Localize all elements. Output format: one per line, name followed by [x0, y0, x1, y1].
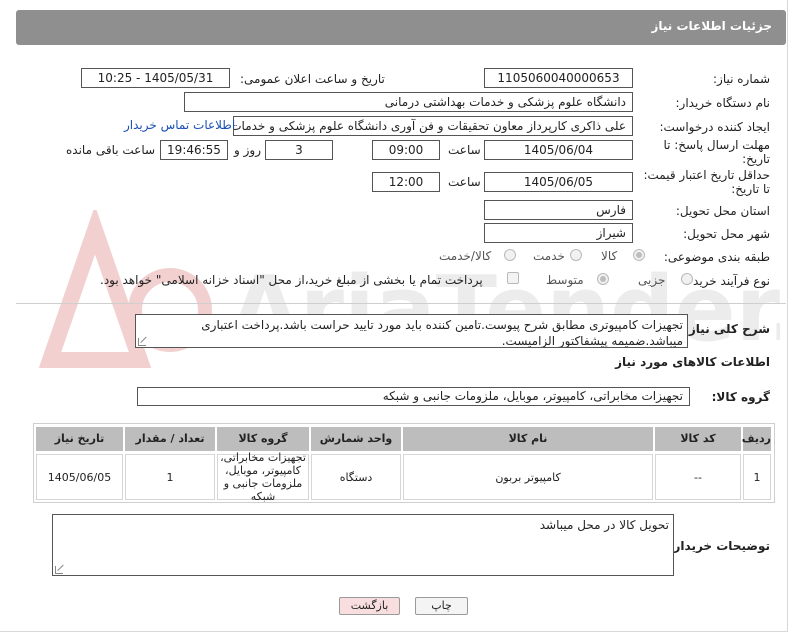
announce-label: تاریخ و ساعت اعلان عمومی: — [240, 72, 385, 86]
notes-resize-handle[interactable] — [55, 566, 63, 574]
category-service-radio[interactable] — [570, 249, 582, 261]
buyer-notes-text: تحویل کالا در محل میباشد — [539, 518, 669, 532]
deadline-label-2: تاریخ: — [742, 152, 770, 166]
buyer-org-label: نام دستگاه خریدار: — [675, 96, 771, 110]
process-partial-label: جزیی — [638, 273, 666, 287]
cell-date: 1405/06/05 — [36, 454, 123, 500]
deadline-date-field[interactable]: 1405/06/04 — [484, 140, 633, 160]
th-group: گروه کالا — [217, 427, 309, 451]
goods-table: ردیف کد کالا نام کالا واحد شمارش گروه کا… — [33, 423, 775, 503]
province-label: استان محل تحویل: — [675, 204, 770, 218]
divider — [16, 303, 786, 304]
category-service-label: خدمت — [533, 249, 565, 263]
announce-field[interactable]: 1405/05/31 - 10:25 — [81, 68, 230, 88]
cell-name: کامپیوتر بربون — [403, 454, 653, 500]
process-medium-radio[interactable] — [597, 273, 609, 285]
category-both-label: کالا/خدمت — [439, 249, 492, 263]
validity-time-field[interactable]: 12:00 — [372, 172, 440, 192]
days-label: روز و — [234, 143, 261, 157]
contact-buyer-link[interactable]: اطلاعات تماس خریدار — [124, 118, 235, 132]
description-textarea[interactable]: تجهیزات کامپیوتری مطابق شرح پیوست.تامین … — [135, 314, 688, 348]
resize-handle[interactable] — [138, 338, 146, 346]
th-unit: واحد شمارش — [311, 427, 401, 451]
description-text: تجهیزات کامپیوتری مطابق شرح پیوست.تامین … — [201, 318, 683, 348]
th-quantity: تعداد / مقدار — [125, 427, 215, 451]
description-label: شرح کلی نیاز: — [684, 322, 770, 336]
category-label: طبقه بندی موضوعی: — [663, 250, 770, 264]
page: AriaTender.net جزئیات اطلاعات نیاز شماره… — [0, 0, 788, 632]
cell-group: تجهیزات مخابراتی، کامپیوتر، موبایل، ملزو… — [217, 451, 309, 503]
process-label: نوع فرآیند خرید : — [685, 274, 770, 288]
creator-label: ایجاد کننده درخواست: — [659, 120, 770, 134]
cell-code: -- — [655, 454, 741, 500]
category-goods-radio[interactable] — [633, 249, 645, 261]
th-row: ردیف — [742, 427, 771, 451]
back-button[interactable]: بازگشت — [339, 597, 400, 615]
goods-group-field[interactable]: تجهیزات مخابراتی، کامپیوتر، موبایل، ملزو… — [137, 387, 690, 406]
goods-group-label: گروه کالا: — [711, 390, 770, 404]
cell-quantity: 1 — [125, 454, 215, 500]
validity-label: حداقل تاریخ اعتبار قیمت: — [643, 168, 770, 182]
goods-section-title: اطلاعات کالاهای مورد نیاز — [615, 355, 770, 369]
buyer-notes-label: توضیحات خریدار: — [668, 539, 770, 553]
remaining-time-field[interactable]: 19:46:55 — [160, 140, 228, 160]
treasury-checkbox[interactable] — [507, 272, 519, 284]
need-number-label: شماره نیاز: — [713, 72, 770, 86]
need-number-field[interactable]: 1105060040000653 — [484, 68, 633, 88]
province-field[interactable]: فارس — [484, 200, 633, 220]
validity-time-label: ساعت — [448, 175, 481, 189]
deadline-time-field[interactable]: 09:00 — [372, 140, 440, 160]
process-partial-radio[interactable] — [681, 273, 693, 285]
city-label: شهر محل تحویل: — [683, 227, 770, 241]
page-title: جزئیات اطلاعات نیاز — [651, 19, 772, 33]
page-header: جزئیات اطلاعات نیاز — [16, 10, 786, 45]
days-field[interactable]: 3 — [265, 140, 333, 160]
city-field[interactable]: شیراز — [484, 223, 633, 243]
payment-note: پرداخت تمام یا بخشی از مبلغ خرید،از محل … — [100, 273, 483, 287]
category-both-radio[interactable] — [504, 249, 516, 261]
th-date: تاریخ نیاز — [36, 427, 123, 451]
category-goods-label: کالا — [601, 249, 618, 263]
validity-date-field[interactable]: 1405/06/05 — [484, 172, 633, 192]
remaining-label: ساعت باقی مانده — [66, 143, 156, 157]
th-name: نام کالا — [403, 427, 653, 451]
print-button[interactable]: چاپ — [415, 597, 468, 615]
cell-row: 1 — [743, 454, 771, 500]
validity-label-2: تا تاریخ: — [731, 182, 770, 196]
cell-unit: دستگاه — [311, 454, 401, 500]
buyer-notes-textarea[interactable]: تحویل کالا در محل میباشد — [52, 514, 674, 576]
process-medium-label: متوسط — [546, 273, 584, 287]
th-code: کد کالا — [655, 427, 741, 451]
deadline-label: مهلت ارسال پاسخ: تا — [663, 138, 770, 152]
buyer-org-field[interactable]: دانشگاه علوم پزشکی و خدمات بهداشتی درمان… — [184, 92, 633, 112]
deadline-time-label: ساعت — [448, 143, 481, 157]
creator-field[interactable]: علی ذاکری کارپرداز معاون تحقیقات و فن آو… — [233, 116, 633, 136]
